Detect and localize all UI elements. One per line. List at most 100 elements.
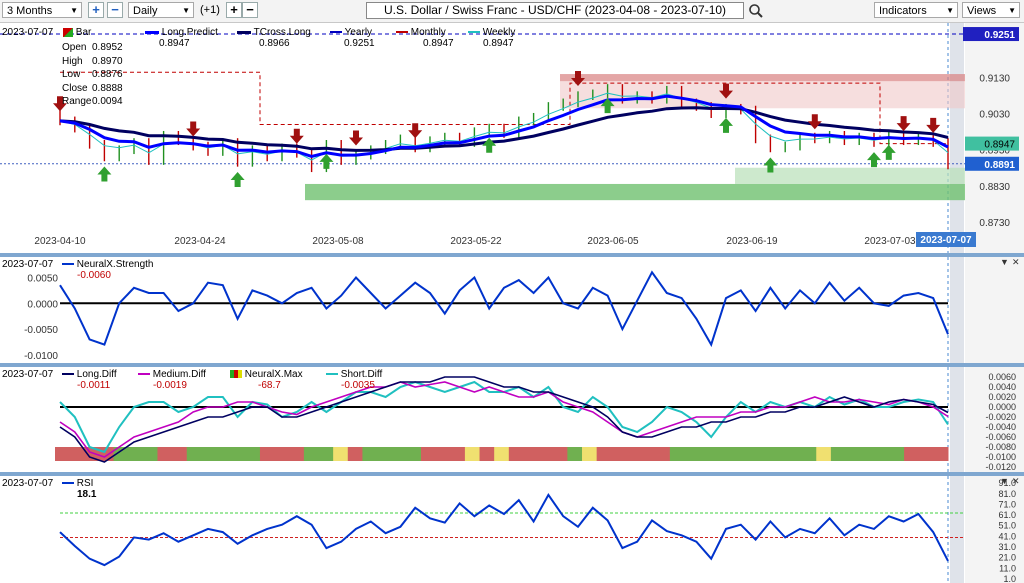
price-panel[interactable]: 0.9130 0.9030 0.8930 0.8830 0.8730 2023-04-10… [0, 23, 1024, 253]
neuralx-max-cell [699, 447, 715, 461]
period-select[interactable]: 3 Months ▼ [2, 2, 82, 18]
legend-name: Yearly [344, 27, 373, 38]
rsi-panel[interactable]: 91.0 81.0 71.0 61.0 51.0 41.0 31.0 21.0 11.0 1.0 ▼… [0, 476, 1024, 583]
neuralx-max-cell [567, 447, 583, 461]
neuralx-max-cell [860, 447, 876, 461]
ohlc-row: Open 0.8952 [62, 41, 123, 55]
legend-name: Short.Diff [340, 369, 383, 380]
legend-value: -0.0019 [153, 380, 187, 391]
rsi-chart[interactable]: 91.081.071.061.051.041.031.021.011.01.0▼… [0, 476, 1024, 583]
symbol-title[interactable]: U.S. Dollar / Swiss Franc - USD/CHF (202… [366, 2, 744, 19]
up-arrow-icon [230, 171, 245, 187]
down-arrow-icon [289, 128, 304, 144]
up-arrow-icon [482, 137, 497, 153]
y-tick-label: 1.0 [1003, 574, 1016, 583]
neuralx-max-cell [259, 447, 276, 461]
y-tick-label: 71.0 [998, 499, 1016, 509]
neuralx-max-cell [684, 447, 700, 461]
main-date: 2023-07-07 [2, 27, 54, 38]
neuralx-max-cell [245, 447, 261, 461]
x-tick-label: 2023-07-03 [864, 236, 916, 247]
neuralx-max-cell [55, 447, 71, 461]
y-tick-label: -0.0040 [985, 422, 1016, 432]
views-label: Views [967, 5, 997, 17]
neuralx-max-cell [157, 447, 173, 461]
rsi-line [59, 493, 949, 567]
y-tick-label: -0.0100 [24, 351, 58, 362]
neuralx-max-cell [420, 447, 437, 461]
price-chart[interactable]: 0.91300.90300.89300.88300.87302023-04-10… [0, 23, 1024, 253]
neuralx-max-cell [494, 447, 510, 461]
neuralx-max-cell [362, 447, 378, 461]
search-icon[interactable] [748, 3, 764, 19]
legend-long-diff: Long.Diff -0.0011 [62, 369, 117, 391]
neuralx-max-cell [757, 447, 773, 461]
offset-plus-button[interactable]: + [226, 2, 242, 18]
legend-name: Long.Diff [76, 369, 117, 380]
zoom-in-button[interactable]: + [88, 2, 104, 18]
ohlc-row: Close 0.8888 [62, 82, 123, 96]
views-menu[interactable]: Views ▼ [962, 2, 1020, 18]
y-tick-label: 31.0 [998, 542, 1016, 552]
strength-panel[interactable]: 0.0050 0.0000 -0.0050 -0.0100 ▼ ✕ 2023-07-07 … [0, 257, 1024, 363]
ohlc-value: 0.8970 [92, 55, 123, 67]
y-tick-label: 0.8830 [979, 182, 1010, 193]
chevron-down-icon: ▼ [1008, 6, 1016, 15]
neuralx-max-cell [611, 447, 627, 461]
up-arrow-icon [319, 153, 334, 169]
y-tick-label: -0.0100 [985, 452, 1016, 462]
y-tick-label: 11.0 [999, 563, 1016, 573]
legend-value: -0.0060 [77, 270, 111, 281]
y-tick-label: -0.0120 [985, 462, 1016, 472]
down-arrow-icon [186, 121, 201, 137]
legend-name: NeuralX.Strength [76, 259, 154, 270]
offset-minus-button[interactable]: − [242, 2, 258, 18]
zoom-out-button[interactable]: − [107, 2, 123, 18]
bar-swatch-icon [63, 27, 73, 37]
legend-monthly: Monthly 0.8947 [396, 27, 454, 49]
cursor-band [950, 257, 964, 363]
legend-name: Weekly [482, 27, 516, 38]
cursor-band [950, 23, 964, 253]
strength-chart[interactable]: 0.0050 0.0000 -0.0050 -0.0100 ▼ ✕ [0, 257, 1024, 363]
medium-diff-line [59, 381, 949, 458]
neuralx-max-cell [201, 447, 217, 461]
neuralx-max-cell [377, 447, 393, 461]
y-tick-label: 51.0 [998, 521, 1016, 531]
neuralx-max-cell [450, 447, 466, 461]
neuralx-max-cell [538, 447, 554, 461]
diff-panel[interactable]: 0.0060 0.0040 0.0020 0.0000 -0.0020 -0.0040 -0… [0, 367, 1024, 472]
legend-swatch [396, 31, 408, 34]
legend-value: -0.0011 [77, 380, 111, 391]
indicators-menu[interactable]: Indicators ▼ [874, 2, 958, 18]
legend-name: Medium.Diff [152, 369, 206, 380]
neuralx-max-cell [845, 447, 861, 461]
neuralx-max-cell [801, 447, 817, 461]
predict-badge-text: 0.8947 [984, 140, 1015, 151]
x-tick-label: 2023-04-10 [34, 236, 86, 247]
bar-label: Bar [75, 27, 92, 38]
strength-date: 2023-07-07 [2, 259, 54, 270]
y-tick-label: 61.0 [998, 510, 1016, 520]
legend-swatch [62, 482, 74, 485]
ohlc-key: Low [62, 69, 81, 81]
resistance-zone [560, 74, 965, 82]
ohlc-key: Open [62, 42, 87, 53]
ohlc-box: Open 0.8952 High 0.8970 Low 0.8876 Close 0.8… [62, 41, 123, 109]
rsi-legend: RSI 18.1 [62, 478, 96, 500]
up-arrow-icon [881, 144, 896, 160]
interval-select[interactable]: Daily ▼ [128, 2, 194, 18]
y-tick-label: 0.0050 [27, 274, 58, 285]
x-tick-label: 2023-05-08 [312, 236, 364, 247]
neuralx-max-cell [142, 447, 158, 461]
ohlc-row: High 0.8970 [62, 55, 123, 69]
offset-label: (+1) [200, 4, 220, 16]
ohlc-key: High [62, 55, 83, 67]
close-icon: ✕ [1012, 257, 1020, 267]
neuralx-max-cell [464, 447, 481, 461]
indicators-label: Indicators [879, 5, 927, 17]
ohlc-value: 0.8888 [92, 82, 123, 94]
neuralx-max-cell [596, 447, 612, 461]
legend-name: NeuralX.Max [244, 369, 303, 380]
down-arrow-icon [807, 114, 822, 130]
